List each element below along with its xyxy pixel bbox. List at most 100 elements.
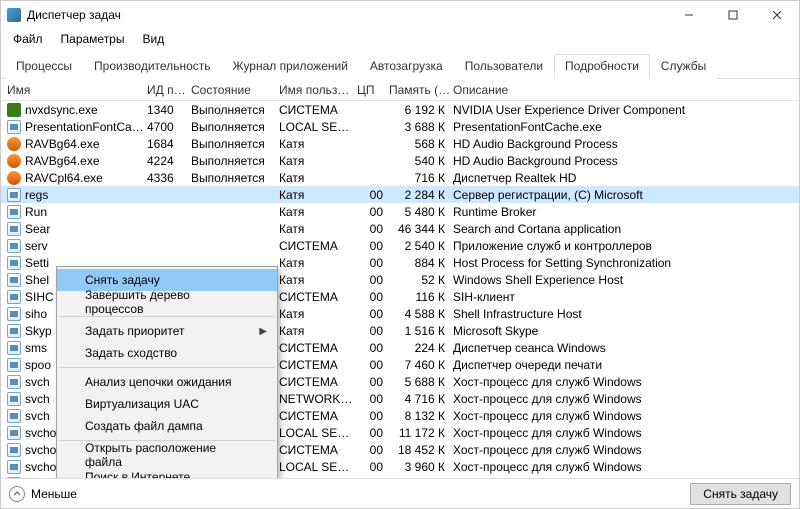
cell-mem: 46 344 К <box>389 222 453 236</box>
col-cpu[interactable]: ЦП <box>357 83 389 97</box>
table-row[interactable]: SearКатя0046 344 КSearch and Cortana app… <box>1 220 799 237</box>
process-icon <box>7 290 21 304</box>
process-icon <box>7 375 21 389</box>
submenu-arrow-icon: ▶ <box>259 326 267 337</box>
menu-file[interactable]: Файл <box>5 30 51 48</box>
process-icon <box>7 409 21 423</box>
maximize-button[interactable] <box>711 1 755 29</box>
table-row[interactable]: PresentationFontCa…4700ВыполняетсяLOCAL … <box>1 118 799 135</box>
cell-user: СИСТЕМА <box>279 239 357 253</box>
col-desc[interactable]: Описание <box>453 83 799 97</box>
cell-desc: HD Audio Background Process <box>453 154 799 168</box>
cell-desc: Приложение служб и контроллеров <box>453 239 799 253</box>
cell-cpu: 00 <box>357 188 389 202</box>
cell-desc: Хост-процесс для служб Windows <box>453 392 799 406</box>
cell-cpu: 00 <box>357 290 389 304</box>
cell-cpu: 00 <box>357 324 389 338</box>
fewer-details-icon[interactable] <box>9 486 25 502</box>
cell-user: LOCAL SE… <box>279 426 357 440</box>
table-row[interactable]: RAVBg64.exe4224ВыполняетсяКатя540 КHD Au… <box>1 152 799 169</box>
tab-6[interactable]: Службы <box>650 54 717 79</box>
cell-mem: 5 480 К <box>389 205 453 219</box>
close-button[interactable] <box>755 1 799 29</box>
cell-desc: HD Audio Background Process <box>453 137 799 151</box>
cell-mem: 7 528 К <box>389 477 453 479</box>
cell-user: LOCAL SE… <box>279 120 357 134</box>
process-icon <box>7 477 21 479</box>
col-pid[interactable]: ИД п… <box>147 83 191 97</box>
cell-user: Катя <box>279 137 357 151</box>
cell-mem: 2 540 К <box>389 239 453 253</box>
cell-desc: Хост-процесс для служб Windows <box>453 477 799 479</box>
col-mem[interactable]: Память (ч… <box>389 83 453 97</box>
col-user[interactable]: Имя польз… <box>279 83 357 97</box>
col-name[interactable]: Имя <box>7 83 147 97</box>
context-menu-item[interactable]: Завершить дерево процессов <box>57 291 277 313</box>
table-row[interactable]: RAVBg64.exe1684ВыполняетсяКатя568 КHD Au… <box>1 135 799 152</box>
context-menu-item[interactable]: Задать сходство <box>57 342 277 364</box>
menu-options[interactable]: Параметры <box>53 30 133 48</box>
titlebar[interactable]: Диспетчер задач <box>1 1 799 29</box>
process-icon <box>7 137 21 151</box>
tab-1[interactable]: Производительность <box>83 54 221 79</box>
cell-desc: Runtime Broker <box>453 205 799 219</box>
cell-cpu: 00 <box>357 307 389 321</box>
process-icon <box>7 239 21 253</box>
cell-desc: Диспетчер Realtek HD <box>453 171 799 185</box>
cell-desc: PresentationFontCache.exe <box>453 120 799 134</box>
cell-desc: Хост-процесс для служб Windows <box>453 443 799 457</box>
end-task-button[interactable]: Снять задачу <box>690 483 791 505</box>
cell-user: Катя <box>279 154 357 168</box>
process-icon <box>7 273 21 287</box>
tab-5[interactable]: Подробности <box>554 54 650 79</box>
process-name: Skyp <box>25 324 52 338</box>
cell-cpu: 00 <box>357 375 389 389</box>
process-icon <box>7 171 21 185</box>
tab-4[interactable]: Пользователи <box>454 54 554 79</box>
fewer-details-label[interactable]: Меньше <box>31 487 77 501</box>
process-name: Sear <box>25 222 50 236</box>
table-row[interactable]: nvxdsync.exe1340ВыполняетсяСИСТЕМА6 192 … <box>1 101 799 118</box>
context-menu-item[interactable]: Анализ цепочки ожидания <box>57 371 277 393</box>
context-menu-separator <box>59 367 275 368</box>
cell-desc: NVIDIA User Experience Driver Component <box>453 103 799 117</box>
minimize-button[interactable] <box>667 1 711 29</box>
process-icon <box>7 103 21 117</box>
process-name: SIHC <box>25 290 54 304</box>
process-icon <box>7 358 21 372</box>
process-icon <box>7 443 21 457</box>
context-menu-item[interactable]: Открыть расположение файла <box>57 444 277 466</box>
tab-2[interactable]: Журнал приложений <box>222 54 359 79</box>
context-menu-item[interactable]: Создать файл дампа <box>57 415 277 437</box>
table-row[interactable]: RunКатя005 480 КRuntime Broker <box>1 203 799 220</box>
process-icon <box>7 188 21 202</box>
tabbar: ПроцессыПроизводительностьЖурнал приложе… <box>1 49 799 79</box>
table-row[interactable]: RAVCpl64.exe4336ВыполняетсяКатя716 КДисп… <box>1 169 799 186</box>
col-status[interactable]: Состояние <box>191 83 279 97</box>
cell-desc: Host Process for Setting Synchronization <box>453 256 799 270</box>
cell-status: Выполняется <box>191 120 279 134</box>
tab-3[interactable]: Автозагрузка <box>359 54 454 79</box>
cell-status: Выполняется <box>191 137 279 151</box>
cell-cpu: 00 <box>357 239 389 253</box>
cell-user: СИСТЕМА <box>279 375 357 389</box>
context-menu-item[interactable]: Задать приоритет▶ <box>57 320 277 342</box>
process-name: Setti <box>25 256 49 270</box>
cell-desc: Windows Shell Experience Host <box>453 273 799 287</box>
context-menu-item[interactable]: Поиск в Интернете <box>57 466 277 478</box>
grid-header[interactable]: Имя ИД п… Состояние Имя польз… ЦП Память… <box>1 79 799 101</box>
cell-user: LOCAL SE… <box>279 460 357 474</box>
table-row[interactable]: servСИСТЕМА002 540 КПриложение служб и к… <box>1 237 799 254</box>
statusbar: Меньше Снять задачу <box>1 478 799 508</box>
table-row[interactable]: regsКатя002 284 КСервер регистрации, (C)… <box>1 186 799 203</box>
tab-0[interactable]: Процессы <box>5 54 83 79</box>
menu-view[interactable]: Вид <box>134 30 172 48</box>
cell-mem: 5 688 К <box>389 375 453 389</box>
process-name: siho <box>25 307 47 321</box>
process-name: svch <box>25 392 50 406</box>
cell-status: Выполняется <box>191 103 279 117</box>
process-name: Run <box>25 205 47 219</box>
cell-mem: 52 К <box>389 273 453 287</box>
context-menu-item[interactable]: Виртуализация UAC <box>57 393 277 415</box>
process-icon <box>7 154 21 168</box>
